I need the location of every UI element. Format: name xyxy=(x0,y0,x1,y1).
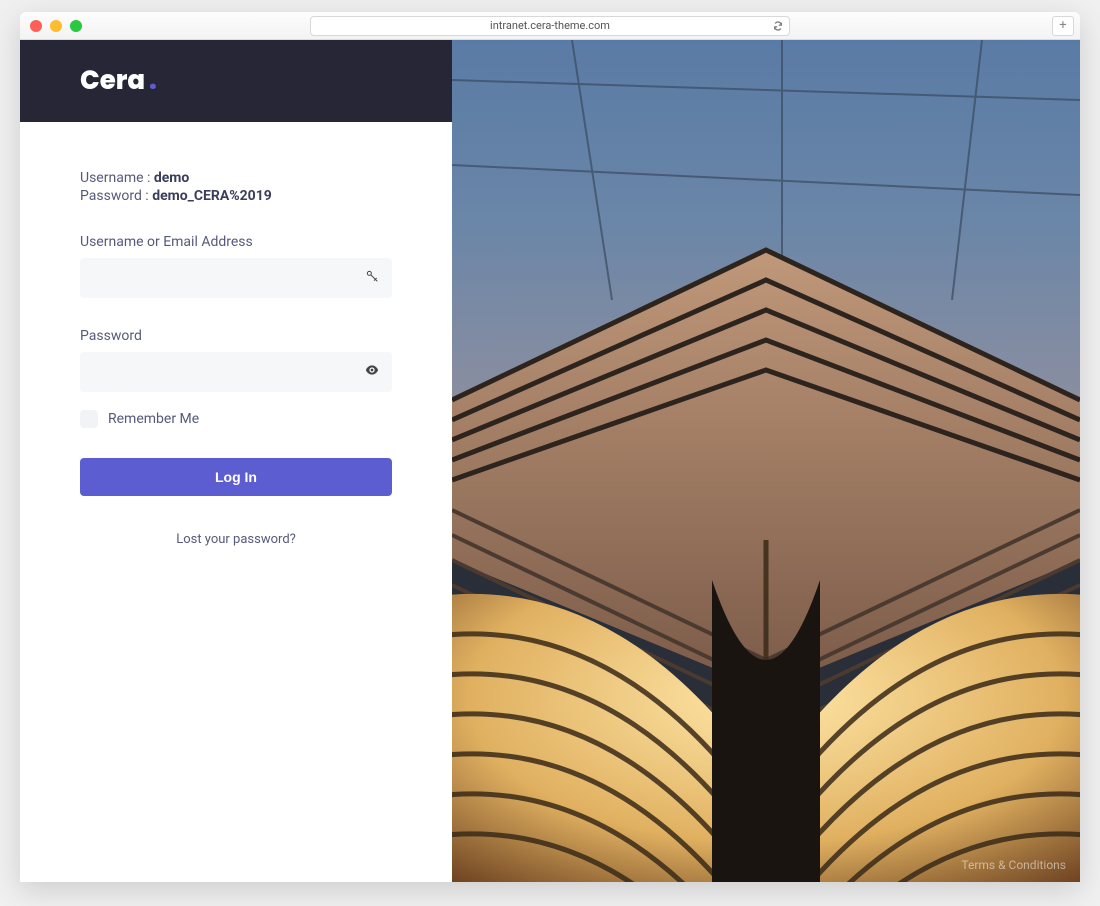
password-input[interactable] xyxy=(80,352,392,392)
demo-username-value: demo xyxy=(154,170,189,186)
hero-image: Terms & Conditions xyxy=(452,40,1080,882)
password-input-wrap xyxy=(80,352,392,392)
demo-password-line: Password : demo_CERA%2019 xyxy=(80,188,392,204)
browser-window: intranet.cera-theme.com + Cera. Username… xyxy=(20,12,1080,882)
key-icon[interactable] xyxy=(364,268,380,288)
login-panel: Cera. Username : demo Password : demo_CE… xyxy=(20,40,452,882)
remember-checkbox[interactable] xyxy=(80,410,98,428)
url-text: intranet.cera-theme.com xyxy=(490,19,610,32)
maximize-window-icon[interactable] xyxy=(70,20,82,32)
close-window-icon[interactable] xyxy=(30,20,42,32)
site-header: Cera. xyxy=(20,40,452,122)
new-tab-button[interactable]: + xyxy=(1052,16,1074,36)
demo-password-value: demo_CERA%2019 xyxy=(152,188,272,204)
address-bar[interactable]: intranet.cera-theme.com xyxy=(310,16,790,36)
username-label: Username or Email Address xyxy=(80,234,392,250)
username-input-wrap xyxy=(80,258,392,298)
window-controls xyxy=(30,20,82,32)
username-input[interactable] xyxy=(80,258,392,298)
demo-password-label: Password : xyxy=(80,188,152,204)
logo-dot-icon: . xyxy=(149,63,157,99)
password-label: Password xyxy=(80,328,392,344)
logo-text: Cera xyxy=(80,63,145,99)
page-viewport: Cera. Username : demo Password : demo_CE… xyxy=(20,40,1080,882)
login-button[interactable]: Log In xyxy=(80,458,392,496)
remember-label: Remember Me xyxy=(108,411,199,427)
minimize-window-icon[interactable] xyxy=(50,20,62,32)
logo[interactable]: Cera. xyxy=(80,62,157,101)
browser-toolbar: intranet.cera-theme.com + xyxy=(20,12,1080,40)
terms-link[interactable]: Terms & Conditions xyxy=(961,858,1066,872)
login-form: Username : demo Password : demo_CERA%201… xyxy=(20,122,452,547)
demo-username-label: Username : xyxy=(80,170,154,186)
demo-username-line: Username : demo xyxy=(80,170,392,186)
reload-icon[interactable] xyxy=(773,21,783,31)
lost-password-link[interactable]: Lost your password? xyxy=(80,532,392,547)
remember-me[interactable]: Remember Me xyxy=(80,410,392,428)
eye-icon[interactable] xyxy=(364,362,380,382)
